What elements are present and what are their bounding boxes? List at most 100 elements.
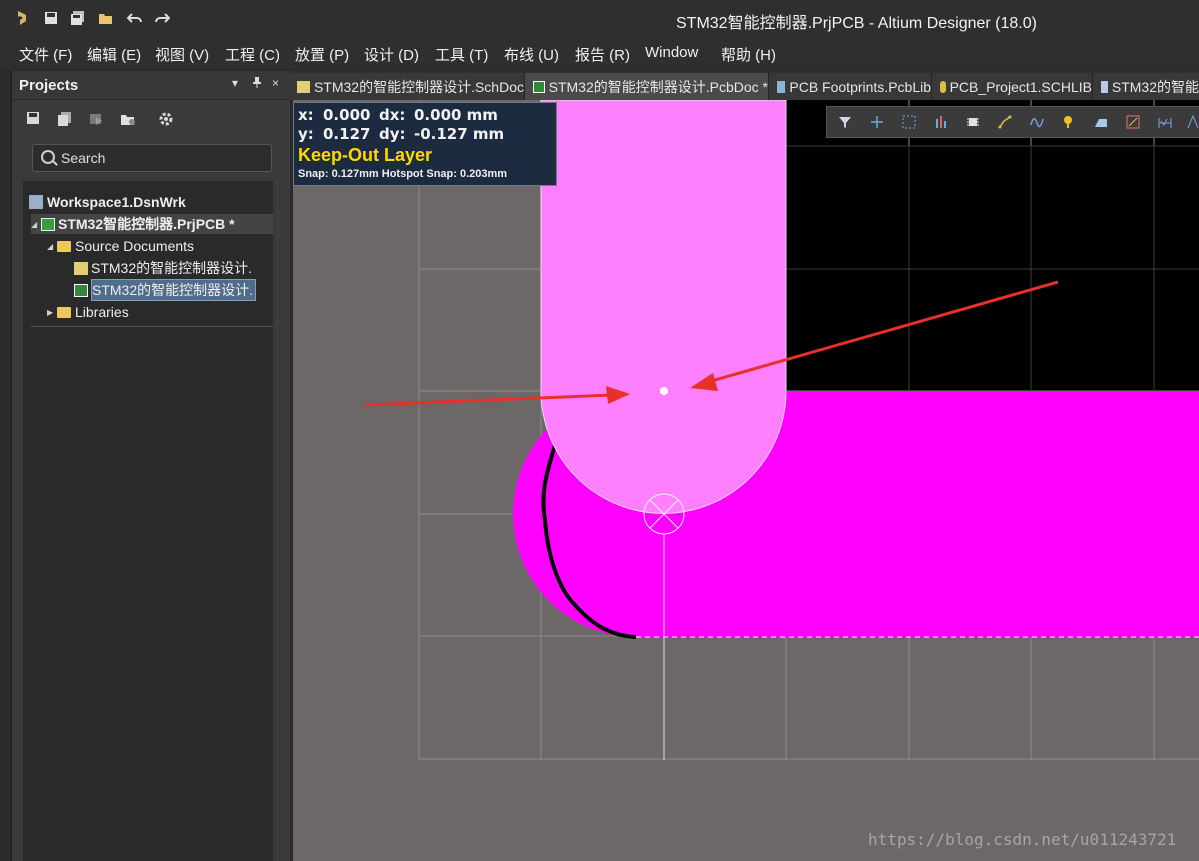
menu-help[interactable]: 帮助 (H) [721, 44, 776, 65]
compile-icon[interactable] [88, 111, 104, 127]
search-icon [41, 150, 55, 164]
tab-label: PCB_Project1.SCHLIB [949, 78, 1092, 95]
panel-menu-button[interactable]: ▾ [232, 76, 238, 90]
folder-icon [57, 240, 71, 252]
menu-project[interactable]: 工程 (C) [225, 44, 280, 65]
dx-label: dx: [379, 106, 406, 124]
tab-pcblib[interactable]: PCB Footprints.PcbLib [769, 73, 932, 100]
tree-item-label: STM32智能控制器.PrjPCB * [58, 216, 235, 232]
schlib-icon [940, 80, 946, 93]
polygon-pour-icon[interactable] [1093, 114, 1109, 130]
tree-item-label: Workspace1.DsnWrk [47, 194, 186, 210]
gear-icon[interactable] [158, 111, 174, 127]
tree-item-label: Source Documents [75, 238, 195, 254]
line-tool-icon[interactable] [1125, 114, 1141, 130]
expand-arrow-icon[interactable]: ◢ [47, 242, 57, 251]
panel-header: Projects ▾ × [12, 71, 290, 100]
search-input[interactable]: Search [32, 144, 272, 172]
dx-value: 0.000 mm [414, 106, 498, 124]
tab-schdoc[interactable]: STM32的智能控制器设计.SchDoc [289, 73, 525, 100]
tree-item-project[interactable]: ◢ STM32智能控制器.PrjPCB * [31, 214, 273, 234]
x-label: x: [298, 106, 314, 124]
workspace-icon [29, 195, 43, 209]
pcb-project-icon [41, 217, 55, 231]
pcb-doc-icon [74, 283, 88, 297]
route-icon[interactable] [997, 114, 1013, 130]
menu-reports[interactable]: 报告 (R) [575, 44, 630, 65]
schematic-doc-icon [74, 261, 88, 275]
save-all-icon[interactable] [57, 111, 73, 127]
tree-divider [31, 326, 273, 327]
x-value: 0.000 [323, 106, 371, 124]
dy-value: -0.127 mm [414, 125, 505, 143]
panel-toolbar [12, 101, 290, 137]
menu-view[interactable]: 视图 (V) [155, 44, 209, 65]
menu-tools[interactable]: 工具 (T) [435, 44, 488, 65]
y-label: y: [298, 125, 314, 143]
watermark: https://blog.csdn.net/u011243721 [868, 830, 1177, 849]
component-icon[interactable] [965, 114, 981, 130]
panel-close-button[interactable]: × [272, 76, 279, 90]
add-icon[interactable] [869, 114, 885, 130]
panel-title: Projects [19, 77, 79, 94]
altium-logo-icon[interactable] [13, 9, 31, 27]
align-icon[interactable] [933, 114, 949, 130]
pcb-canvas[interactable] [293, 100, 1199, 861]
tree-item-workspace[interactable]: Workspace1.DsnWrk [29, 192, 186, 212]
pin-icon[interactable] [252, 76, 262, 91]
tree-item-source-documents[interactable]: ◢ Source Documents [47, 236, 194, 256]
menu-file[interactable]: 文件 (F) [19, 44, 72, 65]
menu-edit[interactable]: 编辑 (E) [87, 44, 141, 65]
tab-pcbdoc[interactable]: STM32的智能控制器设计.PcbDoc * [525, 73, 769, 100]
project-options-icon[interactable] [120, 111, 136, 127]
tab-label: STM32的智能 [1111, 78, 1199, 95]
panel-scrollbar[interactable] [276, 181, 279, 861]
dimension-icon[interactable] [1157, 114, 1173, 130]
save-icon[interactable] [42, 9, 60, 27]
document-tabs: STM32的智能控制器设计.SchDoc STM32的智能控制器设计.PcbDo… [289, 71, 1199, 100]
board-graphics [364, 100, 1199, 760]
tab-label: STM32的智能控制器设计.PcbDoc * [548, 78, 768, 95]
keepout-track-vertical[interactable] [540, 100, 787, 514]
expand-arrow-icon[interactable]: ◢ [31, 220, 41, 229]
pcb-doc-icon [533, 80, 545, 93]
menu-bar: 文件 (F) 编辑 (E) 视图 (V) 工程 (C) 放置 (P) 设计 (D… [0, 38, 1199, 69]
menu-route[interactable]: 布线 (U) [504, 44, 559, 65]
projects-panel: Projects ▾ × Search Workspace1.DsnWrk ◢ … [11, 71, 290, 861]
board-region [786, 100, 1199, 392]
tree-item-label: STM32的智能控制器设计. [91, 260, 253, 276]
pcblib-icon [777, 80, 786, 93]
dy-label: dy: [379, 125, 406, 143]
redo-icon[interactable] [153, 9, 171, 27]
collapse-arrow-icon[interactable]: ▶ [47, 308, 57, 317]
menu-place[interactable]: 放置 (P) [295, 44, 349, 65]
save-icon[interactable] [26, 111, 42, 127]
schematic-doc-icon [1101, 80, 1108, 93]
current-layer: Keep-Out Layer [298, 145, 433, 165]
tree-item-libraries[interactable]: ▶ Libraries [47, 302, 129, 322]
title-bar: STM32智能控制器.PrjPCB - Altium Designer (18.… [0, 0, 1199, 38]
filter-icon[interactable] [837, 114, 853, 130]
save-all-icon[interactable] [69, 9, 87, 27]
menu-window[interactable]: Window [645, 44, 698, 61]
menu-design[interactable]: 设计 (D) [364, 44, 419, 65]
tree-item-pcbdoc[interactable]: STM32的智能控制器设计. [74, 279, 257, 301]
select-rectangle-icon[interactable] [901, 114, 917, 130]
open-folder-icon[interactable] [97, 9, 115, 27]
active-bar [826, 106, 1199, 138]
tree-item-schdoc[interactable]: STM32的智能控制器设计. [74, 258, 252, 278]
text-icon[interactable] [1185, 114, 1199, 130]
search-placeholder: Search [61, 150, 106, 166]
interactive-diff-pair-icon[interactable] [1029, 114, 1045, 130]
tab-schlib[interactable]: PCB_Project1.SCHLIB [932, 73, 1093, 100]
tree-item-label: STM32的智能控制器设计. [91, 279, 257, 301]
project-tree: Workspace1.DsnWrk ◢ STM32智能控制器.PrjPCB * … [23, 181, 273, 861]
folder-icon [57, 306, 71, 318]
tab-label: STM32的智能控制器设计.SchDoc [313, 78, 524, 95]
tab-overflow[interactable]: STM32的智能 [1093, 73, 1199, 100]
undo-icon[interactable] [126, 9, 144, 27]
tree-item-label: Libraries [75, 304, 129, 320]
pin-placement-icon[interactable] [1061, 114, 1077, 130]
schematic-doc-icon [297, 80, 310, 93]
snap-info: Snap: 0.127mm Hotspot Snap: 0.203mm [298, 168, 508, 180]
